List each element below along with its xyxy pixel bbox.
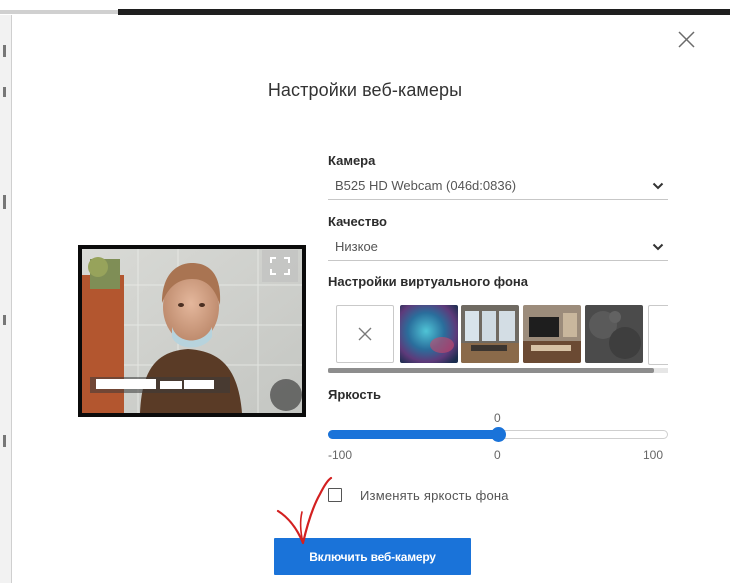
- window-top-edge-left: [0, 10, 118, 14]
- background-blur-aurora[interactable]: [400, 305, 458, 363]
- virtual-background-list[interactable]: [328, 305, 668, 375]
- background-office-windows[interactable]: [461, 305, 519, 363]
- virtual-background-label: Настройки виртуального фона: [328, 274, 528, 289]
- fullscreen-icon: [262, 250, 298, 282]
- camera-label: Камера: [328, 153, 376, 168]
- background-dark-texture-image: [585, 305, 643, 363]
- background-none[interactable]: [336, 305, 394, 363]
- quality-select-value: Низкое: [335, 239, 378, 254]
- slider-fill: [328, 430, 498, 439]
- enable-webcam-button[interactable]: Включить веб-камеру: [274, 538, 471, 575]
- background-office-windows-image: [461, 305, 519, 363]
- edge-mark: [3, 195, 6, 209]
- chevron-down-icon: [652, 243, 664, 251]
- background-blur-aurora-image: [400, 305, 458, 363]
- adjust-background-brightness-checkbox[interactable]: [328, 488, 342, 502]
- background-dark-texture[interactable]: [585, 305, 643, 363]
- camera-select-value: B525 HD Webcam (046d:0836): [335, 178, 517, 193]
- brightness-current-value: 0: [494, 411, 501, 425]
- slider-handle[interactable]: [491, 427, 506, 442]
- background-living-room[interactable]: [523, 305, 581, 363]
- window-top-edge: [0, 0, 730, 15]
- scrollbar-thumb[interactable]: [328, 368, 654, 373]
- screen: Настройки веб-камеры Камера B525 HD Webc…: [0, 0, 730, 583]
- expand-preview-button[interactable]: [262, 250, 298, 282]
- brightness-slider[interactable]: [328, 427, 670, 442]
- close-icon: [678, 31, 695, 48]
- close-icon: [358, 327, 372, 341]
- edge-mark: [3, 435, 6, 447]
- dialog-title: Настройки веб-камеры: [267, 80, 463, 100]
- quality-label: Качество: [328, 214, 387, 229]
- camera-select[interactable]: B525 HD Webcam (046d:0836): [328, 175, 668, 200]
- brightness-mid: 0: [494, 448, 501, 462]
- edge-mark: [3, 315, 6, 325]
- virtual-background-scrollbar[interactable]: [328, 368, 668, 373]
- background-living-room-image: [523, 305, 581, 363]
- brightness-min: -100: [328, 448, 353, 462]
- edge-mark: [3, 45, 6, 57]
- background-next-partial[interactable]: [648, 305, 668, 365]
- brightness-max: 100: [643, 448, 664, 462]
- adjust-background-brightness-label: Изменять яркость фона: [360, 488, 509, 503]
- chevron-down-icon: [652, 182, 664, 190]
- quality-select[interactable]: Низкое: [328, 236, 668, 261]
- brightness-label: Яркость: [328, 387, 381, 402]
- close-button[interactable]: [676, 29, 698, 51]
